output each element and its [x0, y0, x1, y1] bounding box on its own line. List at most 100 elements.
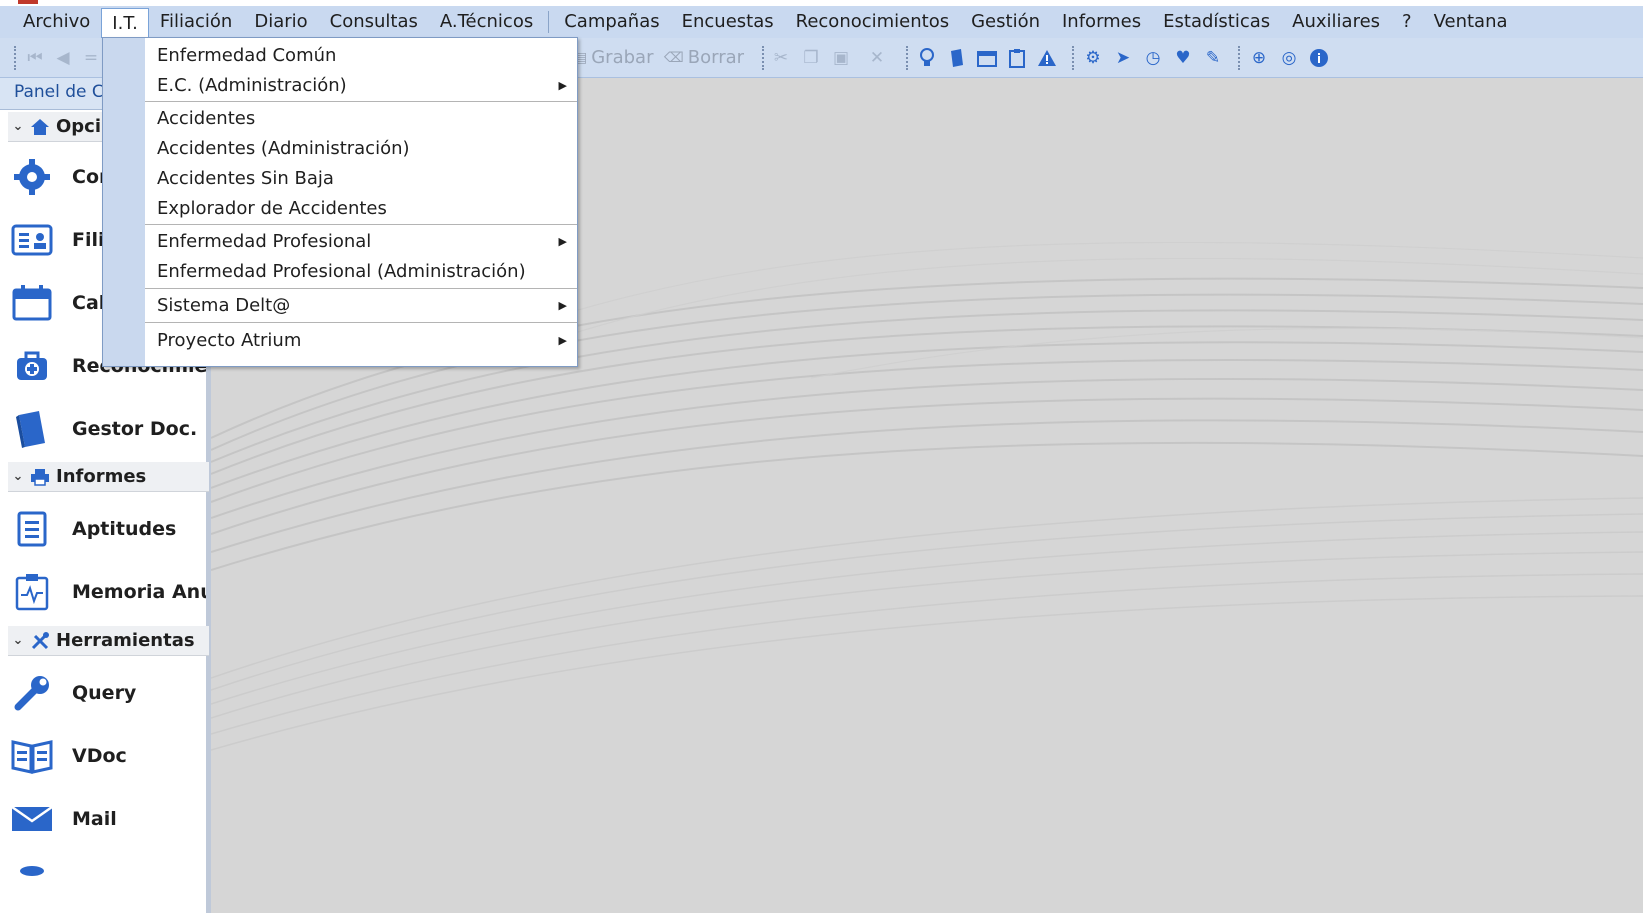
- globe-icon[interactable]: ⊕: [1248, 47, 1270, 69]
- send-icon[interactable]: ➤: [1112, 47, 1134, 69]
- menu-help[interactable]: ?: [1391, 8, 1423, 36]
- panel-title: Panel de C: [14, 82, 104, 102]
- nav-item-label: Aptitudes: [72, 518, 177, 540]
- menu-separator: [145, 322, 577, 323]
- nav-item-aptitudes[interactable]: Aptitudes: [8, 504, 206, 554]
- save-button[interactable]: ▤ Grabar: [574, 47, 653, 69]
- document-list-icon: [8, 505, 56, 553]
- group-label: Herramientas: [56, 630, 195, 651]
- partial-icon: [8, 859, 56, 907]
- syringe-icon[interactable]: ✎: [1202, 47, 1224, 69]
- menu-gestion[interactable]: Gestión: [960, 8, 1051, 36]
- warning-icon[interactable]: [1036, 47, 1058, 69]
- open-book-icon: [8, 732, 56, 780]
- menu-auxiliares[interactable]: Auxiliares: [1281, 8, 1391, 36]
- chevron-down-icon: ⌄: [12, 633, 24, 648]
- clipboard-icon[interactable]: [1006, 47, 1028, 69]
- group-informes[interactable]: ⌄ Informes: [8, 462, 209, 492]
- menu-item-label: E.C. (Administración): [157, 75, 347, 96]
- toolbar-grip[interactable]: [906, 46, 909, 70]
- menu-archivo[interactable]: Archivo: [12, 8, 101, 36]
- nav-item-mail[interactable]: Mail: [8, 794, 206, 844]
- menu-campanas[interactable]: Campañas: [553, 8, 670, 36]
- menu-encuestas[interactable]: Encuestas: [671, 8, 785, 36]
- equals-icon[interactable]: =: [80, 47, 102, 69]
- nav-item-label: Query: [72, 682, 137, 704]
- menu-item-label: Accidentes (Administración): [157, 138, 410, 159]
- calendar-icon[interactable]: [976, 47, 998, 69]
- clock-icon[interactable]: ◷: [1142, 47, 1164, 69]
- nav-item-label: Mail: [72, 808, 117, 830]
- menu-item-enfermedad-comun[interactable]: Enfermedad Común: [145, 41, 577, 71]
- submenu-arrow-icon: ▶: [558, 334, 567, 347]
- nav-item-query[interactable]: Query: [8, 668, 206, 718]
- copy-icon[interactable]: ❐: [800, 47, 822, 69]
- first-record-icon[interactable]: ⏮: [24, 47, 46, 69]
- calendar-icon: [8, 279, 56, 327]
- nav-item-label: Memoria Anu: [72, 581, 206, 603]
- toolbar-grip[interactable]: [14, 46, 17, 70]
- wrench-icon: [8, 669, 56, 717]
- toolbar-grip[interactable]: [1238, 46, 1241, 70]
- delete-button[interactable]: ⌫ Borrar: [664, 47, 744, 69]
- menu-item-label: Explorador de Accidentes: [157, 198, 387, 219]
- it-dropdown-menu: Enfermedad Común E.C. (Administración) ▶…: [102, 37, 578, 367]
- menu-item-label: Enfermedad Profesional (Administración): [157, 261, 526, 282]
- toolbar-grip[interactable]: [762, 46, 765, 70]
- menu-item-label: Enfermedad Profesional: [157, 231, 372, 252]
- cut-icon[interactable]: ✂: [770, 47, 792, 69]
- cancel-icon[interactable]: ✕: [866, 47, 888, 69]
- id-card-icon: [8, 216, 56, 264]
- save-button-label: Grabar: [591, 47, 654, 68]
- nav-item-memoria-anual[interactable]: Memoria Anu: [8, 567, 206, 617]
- settings-icon[interactable]: ⚙: [1082, 47, 1104, 69]
- menu-item-enfermedad-profesional[interactable]: Enfermedad Profesional ▶: [145, 227, 577, 257]
- delete-button-label: Borrar: [687, 47, 745, 68]
- menu-item-accidentes[interactable]: Accidentes: [145, 104, 577, 134]
- group-herramientas[interactable]: ⌄ Herramientas: [8, 626, 209, 656]
- submenu-arrow-icon: ▶: [558, 79, 567, 92]
- menu-atecnicos[interactable]: A.Técnicos: [429, 8, 544, 36]
- menu-separator: [145, 288, 577, 289]
- menu-separator: [145, 224, 577, 225]
- submenu-arrow-icon: ▶: [558, 235, 567, 248]
- menu-item-sistema-delta[interactable]: Sistema Delt@ ▶: [145, 291, 577, 321]
- nav-item-label: VDoc: [72, 745, 127, 767]
- menu-reconocimientos[interactable]: Reconocimientos: [785, 8, 960, 36]
- menu-item-accidentes-administracion[interactable]: Accidentes (Administración): [145, 134, 577, 164]
- menu-item-explorador-accidentes[interactable]: Explorador de Accidentes: [145, 194, 577, 224]
- toolbar-grip[interactable]: [1072, 46, 1075, 70]
- menu-separator: [145, 101, 577, 102]
- menu-estadisticas[interactable]: Estadísticas: [1152, 8, 1281, 36]
- menu-diario[interactable]: Diario: [243, 8, 318, 36]
- tools-icon: [30, 631, 50, 651]
- menu-filiacion[interactable]: Filiación: [149, 8, 243, 36]
- menu-item-label: Accidentes Sin Baja: [157, 168, 334, 189]
- gear-icon: [8, 153, 56, 201]
- group-label: Opci: [56, 116, 102, 137]
- nav-item-partial[interactable]: [8, 858, 206, 908]
- delete-icon: ⌫: [664, 50, 684, 66]
- prev-record-icon[interactable]: ◀: [52, 47, 74, 69]
- book-icon[interactable]: [946, 47, 968, 69]
- nav-item-vdoc[interactable]: VDoc: [8, 731, 206, 781]
- menu-it[interactable]: I.T.: [101, 8, 149, 38]
- menu-icon-gutter: [103, 38, 145, 366]
- menu-item-enfermedad-profesional-administracion[interactable]: Enfermedad Profesional (Administración): [145, 257, 577, 287]
- menu-item-ec-administracion[interactable]: E.C. (Administración) ▶: [145, 71, 577, 101]
- menu-item-accidentes-sin-baja[interactable]: Accidentes Sin Baja: [145, 164, 577, 194]
- chevron-down-icon: ⌄: [12, 469, 24, 484]
- lifebuoy-icon[interactable]: ◎: [1278, 47, 1300, 69]
- menu-item-proyecto-atrium[interactable]: Proyecto Atrium ▶: [145, 326, 577, 356]
- nav-item-label: Gestor Doc.: [72, 418, 198, 440]
- heart-icon[interactable]: ♥: [1172, 47, 1194, 69]
- menu-item-label: Proyecto Atrium: [157, 330, 302, 351]
- info-icon[interactable]: [1308, 47, 1330, 69]
- menu-informes[interactable]: Informes: [1051, 8, 1152, 36]
- medical-kit-icon: [8, 342, 56, 390]
- paste-icon[interactable]: ▣: [830, 47, 852, 69]
- menu-ventana[interactable]: Ventana: [1423, 8, 1519, 36]
- menu-consultas[interactable]: Consultas: [319, 8, 429, 36]
- lightbulb-icon[interactable]: [916, 47, 938, 69]
- nav-item-gestor-doc[interactable]: Gestor Doc.: [8, 404, 206, 454]
